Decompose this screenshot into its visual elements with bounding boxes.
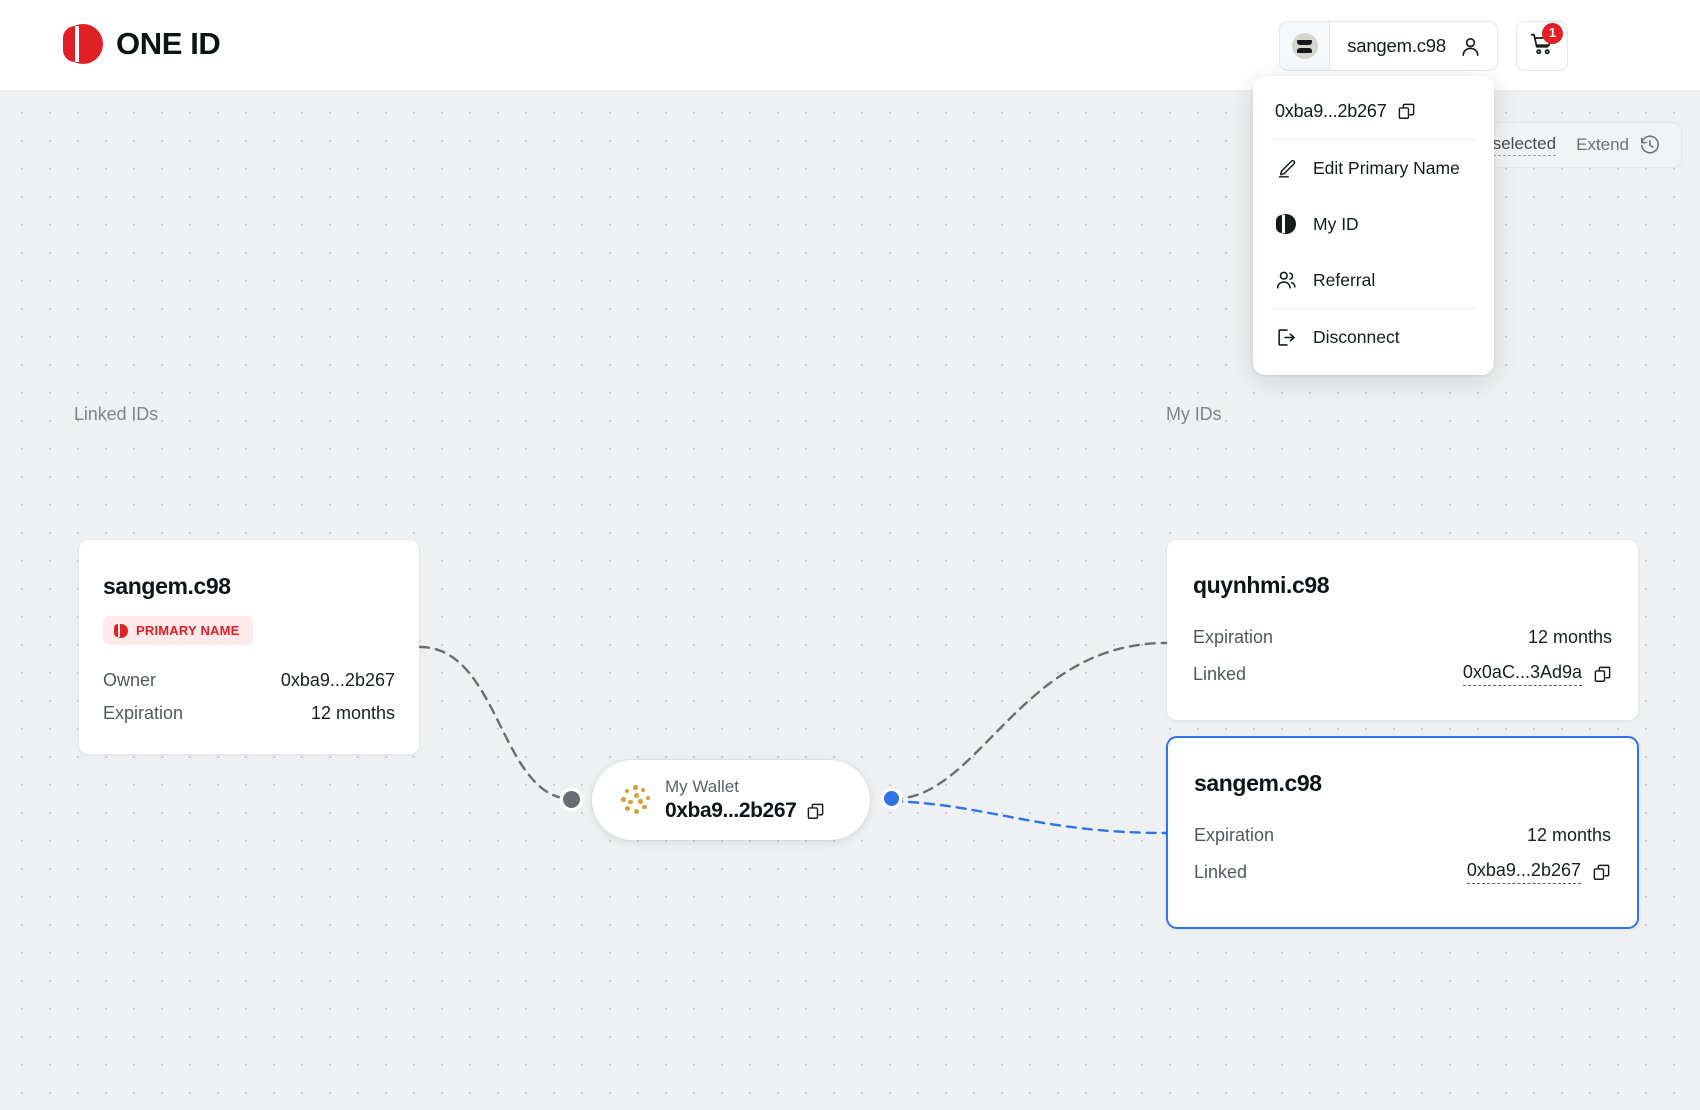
wallet-node-address: 0xba9...2b267 <box>665 799 797 822</box>
menu-item-label: My ID <box>1313 213 1359 234</box>
cart-button[interactable]: 1 <box>1516 21 1568 71</box>
sign-out-icon <box>1275 326 1297 348</box>
card-row-linked: Linked 0xba9...2b267 <box>1194 860 1611 884</box>
cart-badge: 1 <box>1542 22 1563 44</box>
linked-address: 0xba9...2b267 <box>1466 860 1581 884</box>
linked-address-row[interactable]: 0xba9...2b267 <box>1466 860 1611 884</box>
extend-button[interactable]: Extend <box>1576 134 1661 156</box>
account-name: sangem.c98 <box>1347 35 1446 56</box>
edge-left <box>418 645 574 801</box>
linked-id-card[interactable]: sangem.c98 PRIMARY NAME Owner 0xba9...2b… <box>78 539 420 755</box>
copy-icon[interactable] <box>1592 863 1611 882</box>
dropdown-address-row[interactable]: 0xba9...2b267 <box>1253 82 1494 139</box>
brand-name: ONE ID <box>116 26 221 61</box>
one-id-logo-icon <box>63 24 103 64</box>
edge-handle-wallet-left[interactable] <box>563 791 580 808</box>
brand-logo[interactable]: ONE ID <box>63 24 221 64</box>
my-wallet-node[interactable]: My Wallet 0xba9...2b267 <box>592 760 870 840</box>
copy-icon[interactable] <box>1397 102 1416 121</box>
card-row-owner: Owner 0xba9...2b267 <box>103 670 395 691</box>
users-icon <box>1275 269 1297 291</box>
card-title: sangem.c98 <box>1194 770 1322 796</box>
my-id-card-selected[interactable]: sangem.c98 Expiration 12 months Linked 0… <box>1166 736 1639 929</box>
row-value: 0xba9...2b267 <box>280 670 395 690</box>
person-icon <box>1459 35 1497 58</box>
row-key: Expiration <box>1193 627 1274 647</box>
menu-item-label: Edit Primary Name <box>1313 157 1460 178</box>
wallet-node-label: My Wallet <box>665 777 739 796</box>
card-row-expiration: Expiration 12 months <box>103 703 395 724</box>
clock-history-icon <box>1640 135 1659 154</box>
row-value: 12 months <box>1526 825 1611 845</box>
my-id-card[interactable]: quynhmi.c98 Expiration 12 months Linked … <box>1166 539 1639 721</box>
account-button[interactable]: sangem.c98 <box>1279 21 1498 71</box>
row-key: Linked <box>1193 663 1247 684</box>
card-row-expiration: Expiration 12 months <box>1193 627 1612 648</box>
badge-label: PRIMARY NAME <box>136 623 240 638</box>
row-key: Expiration <box>103 703 184 723</box>
menu-item-label: Disconnect <box>1313 326 1400 347</box>
primary-name-badge: PRIMARY NAME <box>103 616 253 645</box>
card-row-linked: Linked 0x0aC...3Ad9a <box>1193 662 1612 686</box>
copy-icon[interactable] <box>1593 665 1612 684</box>
group-label-linked-ids: Linked IDs <box>74 404 159 424</box>
wallet-node-address-row[interactable]: 0xba9...2b267 <box>665 799 825 823</box>
group-label-my-ids: My IDs <box>1166 404 1222 424</box>
row-value: 12 months <box>1527 627 1612 647</box>
menu-item-label: Referral <box>1313 269 1376 290</box>
menu-item-edit-primary-name[interactable]: Edit Primary Name <box>1253 140 1494 196</box>
card-title: sangem.c98 <box>103 573 231 599</box>
row-key: Expiration <box>1194 825 1275 845</box>
edge-right-selected <box>891 799 1168 835</box>
row-key: Linked <box>1194 861 1248 882</box>
extend-label: Extend <box>1576 135 1629 154</box>
row-value: 12 months <box>310 703 395 723</box>
edge-right-top <box>891 641 1168 801</box>
copy-icon[interactable] <box>806 802 825 821</box>
card-row-expiration: Expiration 12 months <box>1194 825 1611 846</box>
dot-wallet-icon <box>620 785 650 815</box>
one-id-mark-icon <box>1275 213 1297 235</box>
card-title: quynhmi.c98 <box>1193 572 1330 598</box>
wallet-avatar-icon <box>1280 22 1331 70</box>
edge-handle-wallet-right[interactable] <box>884 791 899 806</box>
menu-item-disconnect[interactable]: Disconnect <box>1253 309 1494 365</box>
pencil-icon <box>1275 157 1297 179</box>
one-id-mark-icon <box>114 623 128 638</box>
account-dropdown-menu[interactable]: 0xba9...2b267 Edit Primary Name My ID Re… <box>1253 76 1494 375</box>
row-key: Owner <box>103 670 157 690</box>
linked-address-row[interactable]: 0x0aC...3Ad9a <box>1462 662 1612 686</box>
linked-address: 0x0aC...3Ad9a <box>1462 662 1582 686</box>
dropdown-address: 0xba9...2b267 <box>1275 101 1387 121</box>
menu-item-my-id[interactable]: My ID <box>1253 196 1494 252</box>
menu-item-referral[interactable]: Referral <box>1253 252 1494 308</box>
